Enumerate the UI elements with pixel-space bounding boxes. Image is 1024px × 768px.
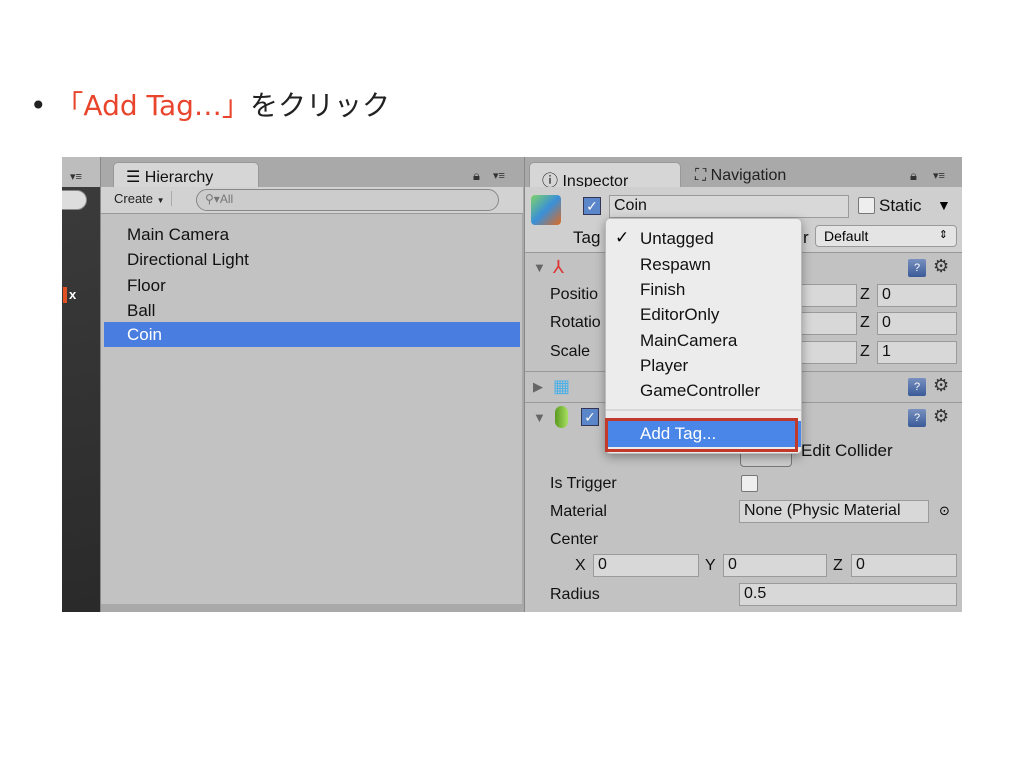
material-field[interactable]: None (Physic Material xyxy=(739,500,929,523)
center-x-field[interactable]: 0 xyxy=(593,554,699,577)
center-y-field[interactable]: 0 xyxy=(723,554,827,577)
instruction-title: • 「Add Tag…」をクリック xyxy=(30,84,390,124)
center-label: Center xyxy=(550,531,599,548)
static-dropdown-icon[interactable]: ▼ xyxy=(937,197,951,213)
x-label: X xyxy=(575,557,586,574)
z-label: Z xyxy=(860,286,870,303)
scene-view[interactable] xyxy=(62,157,100,612)
help-icon[interactable]: ? xyxy=(908,378,926,396)
hierarchy-search-input[interactable]: ⚲▾All xyxy=(196,189,499,211)
scene-axis-label: x xyxy=(62,287,77,303)
layer-label: r xyxy=(803,228,809,247)
tab-navigation[interactable]: ⛶ Navigation xyxy=(695,167,786,185)
hierarchy-item[interactable]: Main Camera xyxy=(127,225,229,245)
menu-item-respawn[interactable]: Respawn xyxy=(640,255,711,275)
gameobject-cube-icon xyxy=(531,195,561,225)
hierarchy-item[interactable]: Directional Light xyxy=(127,250,249,270)
menu-item-finish[interactable]: Finish xyxy=(640,280,685,300)
create-dropdown[interactable]: Create ▼ xyxy=(114,191,172,206)
instruction-text: をクリック xyxy=(249,89,390,122)
hierarchy-item[interactable]: Ball xyxy=(127,301,155,321)
panel-menu-icon[interactable]: ▾≡ xyxy=(493,169,505,182)
radius-field[interactable]: 0.5 xyxy=(739,583,957,606)
position-y-field[interactable] xyxy=(795,284,857,307)
menu-item-maincamera[interactable]: MainCamera xyxy=(640,331,737,351)
expand-triangle-icon[interactable]: ▼ xyxy=(533,260,546,275)
rotation-y-field[interactable] xyxy=(795,312,857,335)
rotation-label: Rotatio xyxy=(550,314,601,331)
panel-menu-icon[interactable]: ▾≡ xyxy=(70,170,82,183)
scale-y-field[interactable] xyxy=(795,341,857,364)
tag-label: Tag xyxy=(573,228,601,247)
expand-triangle-icon[interactable]: ▼ xyxy=(533,410,546,425)
position-label: Positio xyxy=(550,286,599,303)
position-z-field[interactable]: 0 xyxy=(877,284,957,307)
help-icon[interactable]: ? xyxy=(908,259,926,277)
tab-hierarchy[interactable]: ☰ Hierarchy xyxy=(113,162,259,188)
mesh-filter-icon: ▦ xyxy=(553,376,571,396)
gear-icon[interactable]: ⚙ xyxy=(933,375,949,396)
checkmark-icon: ✓ xyxy=(615,228,630,247)
updown-icon: ⇕ xyxy=(938,229,948,241)
tab-inspector[interactable]: ⓘ Inspector xyxy=(529,162,681,190)
menu-item-gamecontroller[interactable]: GameController xyxy=(640,381,760,401)
hierarchy-panel: ☰ Hierarchy 🔒︎ ▾≡ Create ▼ ⚲▾All Main Ca… xyxy=(100,157,523,612)
hierarchy-item[interactable]: Floor xyxy=(127,276,166,296)
hierarchy-list-icon: ☰ xyxy=(126,169,141,186)
is-trigger-checkbox[interactable] xyxy=(741,475,758,492)
material-label: Material xyxy=(550,503,607,520)
object-name-input[interactable]: Coin xyxy=(609,195,849,218)
active-checkbox[interactable]: ✓ xyxy=(583,197,601,215)
tab-hierarchy-label: Hierarchy xyxy=(144,169,214,186)
transform-icon: ⅄ xyxy=(553,257,564,277)
menu-item-untagged[interactable]: Untagged xyxy=(640,229,714,249)
static-checkbox[interactable] xyxy=(858,197,875,214)
instruction-highlight: 「Add Tag…」 xyxy=(55,89,250,122)
gear-icon[interactable]: ⚙ xyxy=(933,256,949,277)
help-icon[interactable]: ? xyxy=(908,409,926,427)
z-label: Z xyxy=(833,557,843,574)
z-label: Z xyxy=(860,343,870,360)
scene-search-input[interactable] xyxy=(62,190,87,210)
menu-item-player[interactable]: Player xyxy=(640,356,688,376)
static-label: Static xyxy=(879,196,922,215)
collapse-triangle-icon[interactable]: ▶ xyxy=(533,379,543,395)
bullet: • xyxy=(30,89,47,122)
search-icon: ⚲▾ xyxy=(205,192,220,206)
object-picker-icon[interactable]: ⊙ xyxy=(939,503,950,519)
menu-item-editoronly[interactable]: EditorOnly xyxy=(640,305,719,325)
lock-icon[interactable]: 🔒︎ xyxy=(910,168,917,184)
z-label: Z xyxy=(860,314,870,331)
panel-menu-icon[interactable]: ▾≡ xyxy=(933,169,945,182)
scale-z-field[interactable]: 1 xyxy=(877,341,957,364)
unity-editor-screenshot: ▾≡ x ☰ Hierarchy 🔒︎ ▾≡ Create ▼ ⚲▾All Ma… xyxy=(62,157,962,612)
radius-label: Radius xyxy=(550,586,600,603)
callout-highlight-box xyxy=(605,418,798,452)
collider-enabled-checkbox[interactable]: ✓ xyxy=(581,408,599,426)
edit-collider-label: Edit Collider xyxy=(801,441,893,460)
is-trigger-label: Is Trigger xyxy=(550,475,617,492)
lock-icon[interactable]: 🔒︎ xyxy=(473,168,480,184)
hierarchy-item-selected[interactable]: Coin xyxy=(104,322,520,347)
menu-separator xyxy=(606,409,801,411)
dropdown-arrow-icon: ▼ xyxy=(156,196,165,205)
gear-icon[interactable]: ⚙ xyxy=(933,406,949,427)
rotation-z-field[interactable]: 0 xyxy=(877,312,957,335)
layer-dropdown[interactable]: Default ⇕ xyxy=(815,225,957,247)
center-z-field[interactable]: 0 xyxy=(851,554,957,577)
y-label: Y xyxy=(705,557,716,574)
capsule-collider-icon xyxy=(555,406,568,428)
navigation-icon: ⛶ xyxy=(695,167,707,184)
scale-label: Scale xyxy=(550,343,591,360)
